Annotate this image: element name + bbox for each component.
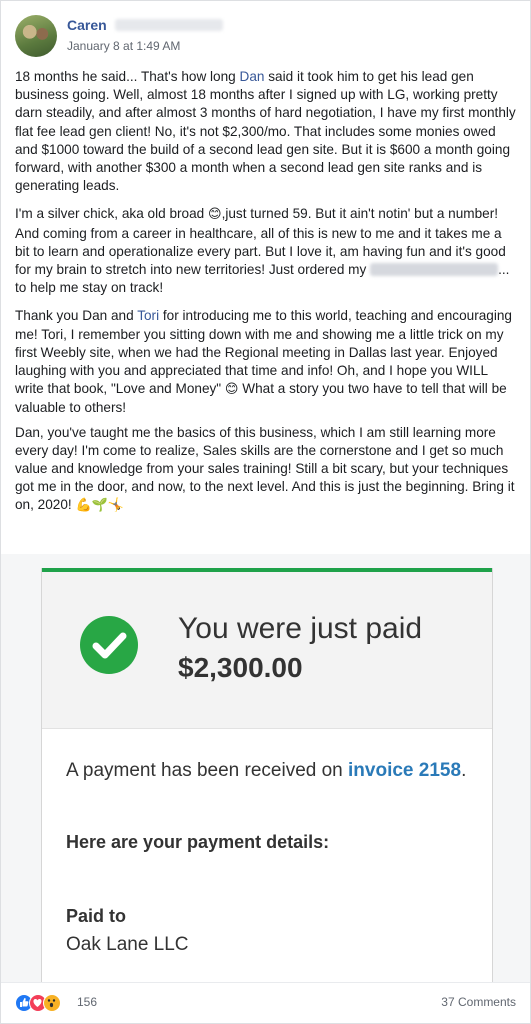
wow-icon xyxy=(43,994,61,1012)
post-footer: 156 37 Comments xyxy=(1,982,530,1023)
checkmark-icon xyxy=(80,616,138,674)
author-surname-redacted xyxy=(115,19,223,31)
invoice-link[interactable]: invoice 2158 xyxy=(348,760,461,781)
muscle-seedling-cartwheel-emoji-icon: 💪🌱🤸 xyxy=(75,498,125,514)
smile-emoji-icon: 😊 xyxy=(224,382,239,398)
author-name[interactable]: Caren xyxy=(67,17,107,33)
post-timestamp[interactable]: January 8 at 1:49 AM xyxy=(67,39,180,53)
post-paragraph: Dan, you've taught me the basics of this… xyxy=(15,424,518,516)
author-avatar[interactable] xyxy=(15,15,57,57)
post-body: 18 months he said... That's how long Dan… xyxy=(15,68,518,526)
paid-to-label: Paid to xyxy=(66,906,127,926)
reaction-icons[interactable] xyxy=(15,994,75,1012)
post-paragraph: Thank you Dan and Tori for introducing m… xyxy=(15,307,518,417)
payment-receipt: You were just paid $2,300.00 A payment h… xyxy=(41,568,493,982)
facebook-post: Caren January 8 at 1:49 AM 18 months he … xyxy=(0,0,531,1024)
receipt-message-end: . xyxy=(461,760,467,781)
comments-count[interactable]: 37 Comments xyxy=(441,995,516,1009)
post-paragraph: 18 months he said... That's how long Dan… xyxy=(15,69,516,194)
reaction-count[interactable]: 156 xyxy=(77,995,97,1009)
post-header: Caren January 8 at 1:49 AM xyxy=(15,15,515,59)
receipt-message: A payment has been received on invoice 2… xyxy=(66,758,476,783)
receipt-header: You were just paid $2,300.00 xyxy=(42,572,492,729)
mention-dan[interactable]: Dan xyxy=(240,69,265,84)
post-paragraph: I'm a silver chick, aka old broad 😊,just… xyxy=(15,205,518,297)
mention-tori[interactable]: Tori xyxy=(137,308,159,323)
receipt-amount: $2,300.00 xyxy=(178,652,303,683)
paragraph-text: I'm a silver chick, aka old broad xyxy=(15,206,208,222)
redacted-link[interactable] xyxy=(370,263,499,277)
paid-to-value: Oak Lane LLC xyxy=(66,934,189,955)
post-image[interactable]: You were just paid $2,300.00 A payment h… xyxy=(1,554,530,982)
paragraph-text: Thank you Dan and xyxy=(15,308,138,324)
smile-emoji-icon: 😊 xyxy=(208,207,222,223)
payment-details-heading: Here are your payment details: xyxy=(66,832,330,852)
receipt-title: You were just paid xyxy=(178,612,423,645)
receipt-message-text: A payment has been received on xyxy=(66,760,349,781)
